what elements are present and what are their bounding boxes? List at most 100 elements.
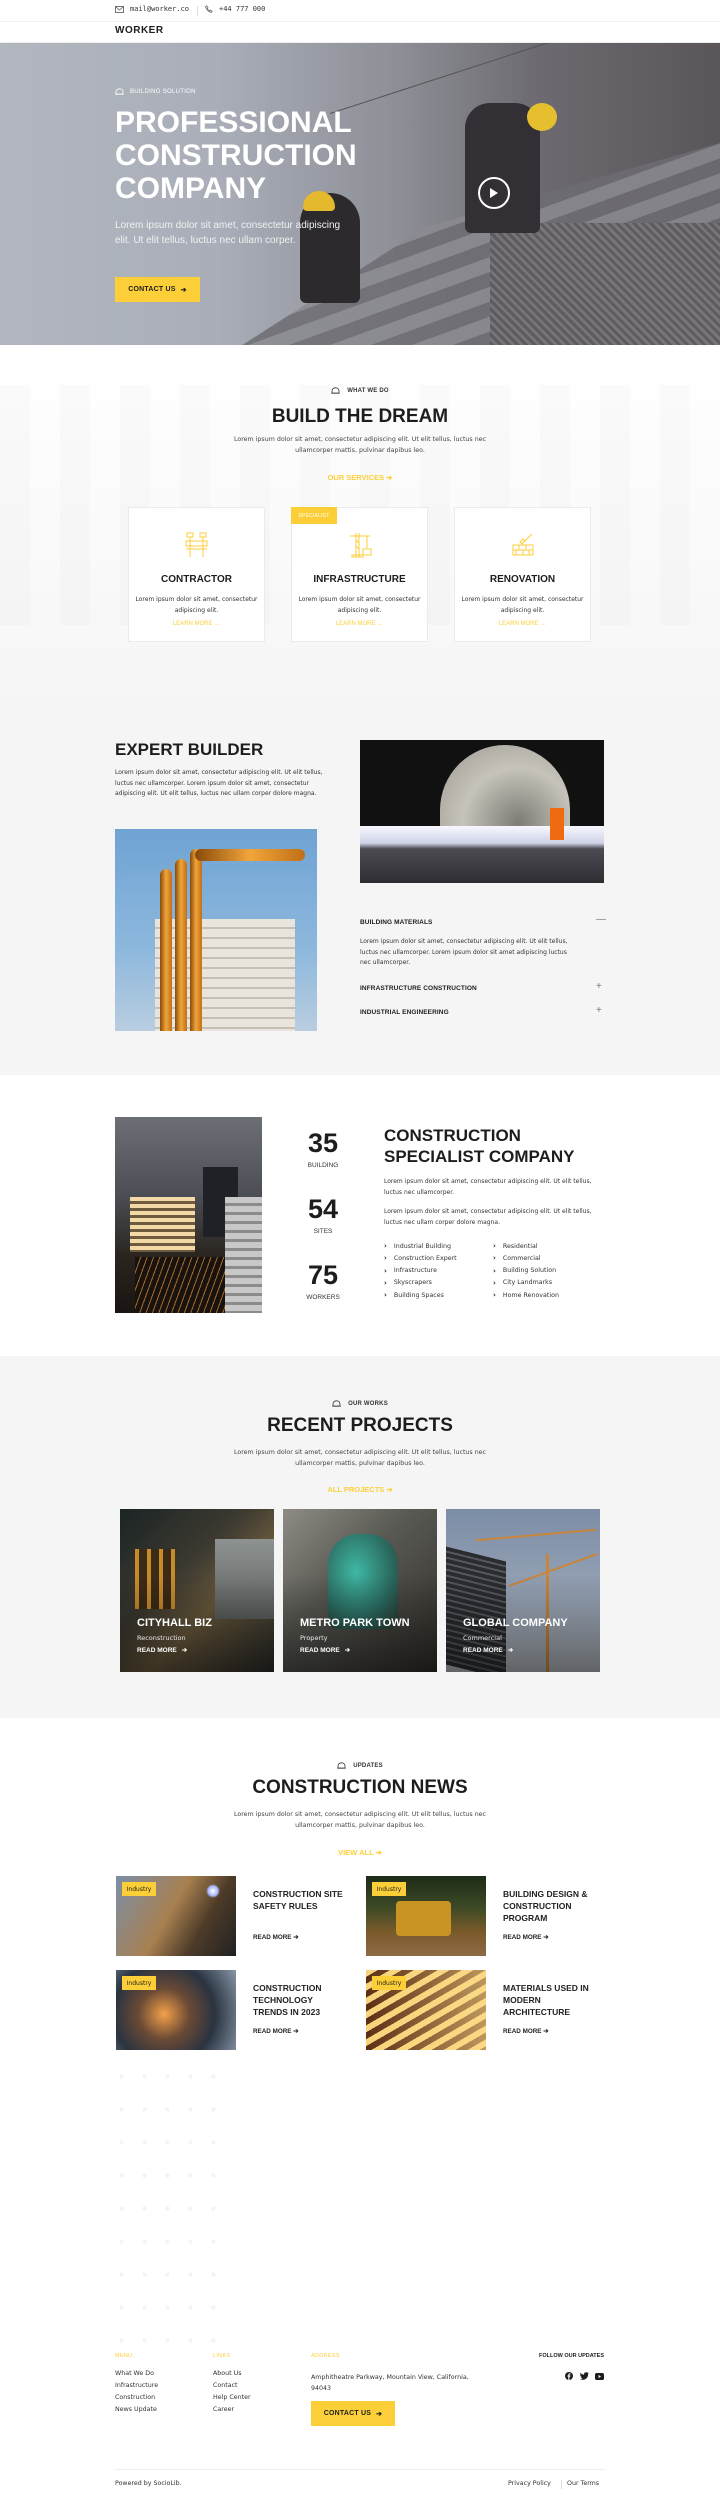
list-item-text: Building Spaces <box>393 1291 444 1299</box>
contact-us-label: CONTACT US <box>323 2410 372 2417</box>
read-more-link[interactable]: READ MORE ➔ <box>463 1646 513 1655</box>
our-services-link[interactable]: OUR SERVICES ➔ <box>0 473 720 482</box>
news-image[interactable]: Industry <box>116 1970 236 2050</box>
project-title: GLOBAL COMPANY <box>463 1617 568 1629</box>
accordion-building-materials[interactable]: BUILDING MATERIALS <box>360 919 432 926</box>
learn-more-link[interactable]: LEARN MORE → <box>292 621 427 627</box>
hero-image-helmet <box>527 103 557 131</box>
phone-text: +44 777 000 <box>219 5 266 13</box>
card-title: CONTRACTOR <box>161 574 232 585</box>
chevron-right-icon: › <box>384 1254 387 1263</box>
news-subtitle: Lorem ipsum dolor sit amet, consectetur … <box>233 1811 487 1829</box>
divider <box>197 6 198 16</box>
chevron-right-icon: › <box>493 1266 496 1275</box>
hard-hat-icon <box>332 1400 341 1407</box>
list-item-text: Skyscrapers <box>393 1279 432 1287</box>
service-card-renovation[interactable]: RENOVATION Lorem ipsum dolor sit amet, c… <box>454 507 591 642</box>
news-title[interactable]: CONSTRUCTION TECHNOLOGY TRENDS IN 2023 <box>253 1982 343 2018</box>
project-card-metro-park[interactable]: METRO PARK TOWN Property READ MORE ➔ <box>283 1509 437 1672</box>
footer-links-heading: LINKS <box>213 2353 231 2359</box>
list-item: › Construction Expert <box>384 1254 457 1262</box>
crane-icon <box>345 530 375 560</box>
specialist-paragraph: Lorem ipsum dolor sit amet, consectetur … <box>384 1178 592 1196</box>
image-pipe <box>160 869 172 1031</box>
read-more-label: READ MORE <box>253 1934 292 1941</box>
view-all-link[interactable]: VIEW ALL ➔ <box>0 1848 720 1857</box>
minus-icon[interactable]: — <box>596 914 606 925</box>
category-tag: Industry <box>122 1976 156 1990</box>
chevron-right-icon: › <box>493 1291 496 1300</box>
footer-address: Amphitheatre Parkway, Mountain View, Cal… <box>311 2374 469 2392</box>
arrow-right-icon: ➔ <box>543 1934 549 1941</box>
logo[interactable]: WORKER <box>115 25 164 36</box>
brick-wall-icon <box>508 530 538 560</box>
accordion-industrial-engineering[interactable]: INDUSTRIAL ENGINEERING <box>360 1009 449 1016</box>
news-title[interactable]: CONSTRUCTION SITE SAFETY RULES <box>253 1888 343 1912</box>
chevron-right-icon: › <box>384 1278 387 1287</box>
learn-more-link[interactable]: LEARN MORE → <box>455 621 590 627</box>
footer-link[interactable]: What We Do <box>115 2370 158 2377</box>
news-title[interactable]: BUILDING DESIGN & CONSTRUCTION PROGRAM <box>503 1888 593 1924</box>
news-title[interactable]: MATERIALS USED IN MODERN ARCHITECTURE <box>503 1982 593 2018</box>
specialist-paragraph: Lorem ipsum dolor sit amet, consectetur … <box>384 1208 592 1226</box>
hard-hat-icon <box>337 1762 346 1769</box>
plus-icon[interactable]: + <box>596 981 602 992</box>
news-image[interactable]: Industry <box>116 1876 236 1956</box>
play-video-button[interactable] <box>478 177 510 209</box>
plus-icon[interactable]: + <box>596 1005 602 1016</box>
read-more-label: READ MORE <box>137 1646 177 1654</box>
news-eyebrow-text: UPDATES <box>353 1762 383 1769</box>
news-eyebrow: UPDATES <box>0 1762 720 1769</box>
chevron-right-icon: › <box>493 1242 496 1250</box>
twitter-icon[interactable] <box>579 2371 589 2381</box>
footer-link[interactable]: About Us <box>213 2370 251 2377</box>
accordion-body: Lorem ipsum dolor sit amet, consectetur … <box>360 938 568 966</box>
project-card-cityhall[interactable]: CITYHALL BIZ Reconstruction READ MORE ➔ <box>120 1509 274 1672</box>
service-card-infrastructure[interactable]: INFRASTRUCTURE Lorem ipsum dolor sit ame… <box>291 507 428 642</box>
footer-menu: What We Do Infrastructure Construction N… <box>115 2370 158 2413</box>
read-more-link[interactable]: READ MORE ➔ <box>137 1646 188 1655</box>
our-terms-link[interactable]: Our Terms <box>567 2480 599 2487</box>
phone-icon <box>205 5 213 13</box>
list-item-text: Home Renovation <box>502 1291 559 1299</box>
arrow-right-icon: ➔ <box>376 2410 383 2418</box>
privacy-policy-link[interactable]: Privacy Policy <box>508 2480 551 2487</box>
our-services-label: OUR SERVICES <box>327 473 385 482</box>
list-item-text: Industrial Building <box>393 1242 451 1250</box>
news-image[interactable]: Industry <box>366 1970 486 2050</box>
read-more-label: READ MORE <box>503 2028 542 2035</box>
phone-contact[interactable]: +44 777 000 <box>205 5 265 13</box>
learn-more-link[interactable]: LEARN MORE → <box>129 621 264 627</box>
image-building-lit <box>130 1197 195 1252</box>
read-more-label: READ MORE <box>503 1934 542 1941</box>
arrow-right-icon: ➔ <box>375 1848 382 1857</box>
footer-link[interactable]: Career <box>213 2406 251 2413</box>
read-more-link[interactable]: READ MORE ➔ <box>503 2028 549 2035</box>
footer-link[interactable]: Infrastructure <box>115 2382 158 2389</box>
contact-us-button[interactable]: CONTACT US ➔ <box>115 277 200 302</box>
footer-contact-us-button[interactable]: CONTACT US ➔ <box>311 2401 395 2426</box>
play-icon <box>490 188 498 198</box>
read-more-link[interactable]: READ MORE ➔ <box>253 1934 299 1941</box>
footer-address-heading: ADDRESS <box>311 2353 340 2359</box>
facebook-icon[interactable] <box>564 2371 574 2381</box>
read-more-link[interactable]: READ MORE ➔ <box>503 1934 549 1941</box>
service-card-contractor[interactable]: CONTRACTOR Lorem ipsum dolor sit amet, c… <box>128 507 265 642</box>
services-subtitle: Lorem ipsum dolor sit amet, consectetur … <box>233 436 487 454</box>
arrow-right-icon: ➔ <box>181 1647 188 1654</box>
footer-link[interactable]: Construction <box>115 2394 158 2401</box>
accordion-infrastructure-construction[interactable]: INFRASTRUCTURE CONSTRUCTION <box>360 985 477 992</box>
image-pipe <box>195 849 305 861</box>
footer-link[interactable]: Contact <box>213 2382 251 2389</box>
read-more-link[interactable]: READ MORE ➔ <box>253 2028 299 2035</box>
read-more-link[interactable]: READ MORE ➔ <box>300 1646 350 1655</box>
email-contact[interactable]: mail@worker.co <box>115 5 189 13</box>
expert-title: EXPERT BUILDER <box>115 740 264 759</box>
news-image[interactable]: Industry <box>366 1876 486 1956</box>
footer-link[interactable]: News Update <box>115 2406 158 2413</box>
project-card-global-company[interactable]: GLOBAL COMPANY Commercial READ MORE ➔ <box>446 1509 600 1672</box>
all-projects-link[interactable]: ALL PROJECTS ➔ <box>0 1485 720 1494</box>
footer-link[interactable]: Help Center <box>213 2394 251 2401</box>
youtube-icon[interactable] <box>594 2371 604 2381</box>
all-projects-label: ALL PROJECTS <box>327 1485 385 1494</box>
